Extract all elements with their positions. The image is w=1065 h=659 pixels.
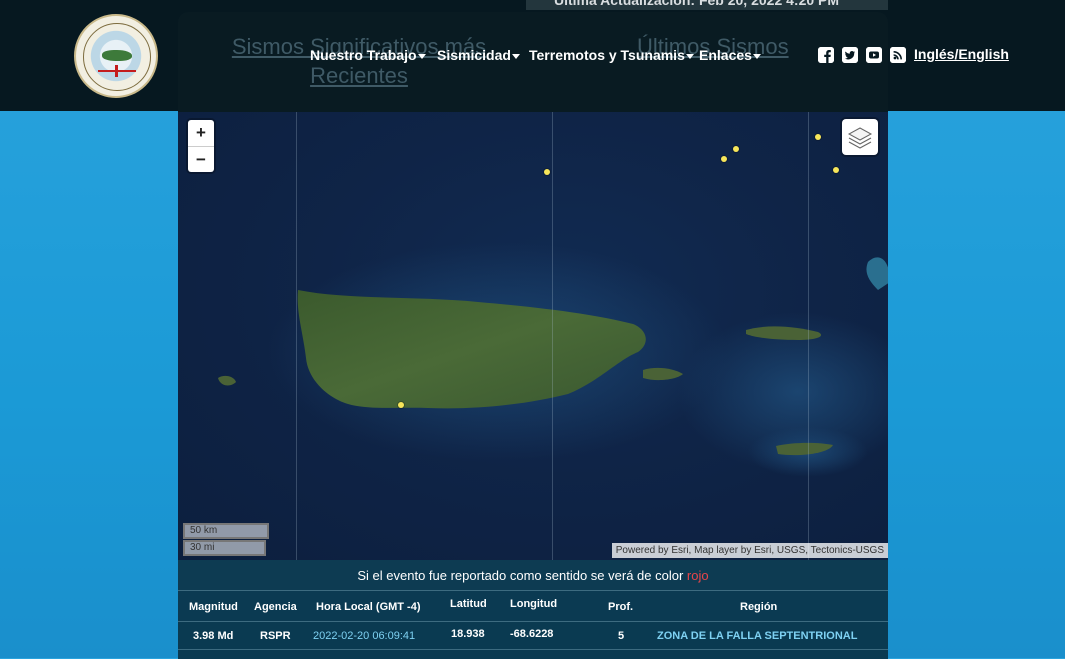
nav-label: Nuestro Trabajo — [310, 47, 417, 63]
seismogram-spike-icon — [115, 65, 118, 77]
cell-local-time-link[interactable]: 2022-02-20 06:09:41 — [313, 630, 415, 642]
layers-button[interactable] — [842, 119, 878, 155]
facebook-icon[interactable] — [818, 47, 834, 63]
column-header-magnitude[interactable]: Magnitud — [189, 601, 238, 613]
update-banner: Última Actualización: Feb 20, 2022 4:20 … — [526, 0, 888, 10]
nav-enlaces[interactable]: Enlaces — [699, 47, 761, 63]
cell-agency: RSPR — [260, 630, 291, 642]
nav-sismicidad[interactable]: Sismicidad — [437, 47, 520, 63]
map-graticule — [808, 112, 809, 560]
nav-nuestro-trabajo[interactable]: Nuestro Trabajo — [310, 47, 426, 63]
layers-icon — [847, 127, 873, 149]
cell-region-link[interactable]: ZONA DE LA FALLA SEPTENTRIONAL — [657, 630, 857, 642]
felt-note-text: Si el evento fue reportado como sentido … — [357, 568, 684, 583]
table-header: Magnitud Agencia Hora Local (GMT -4) Lat… — [178, 590, 888, 622]
map-graticule — [296, 112, 297, 560]
column-header-longitude[interactable]: Longitud — [510, 598, 557, 610]
cell-depth: 5 — [618, 630, 625, 642]
puerto-rico-icon — [102, 50, 132, 61]
zoom-in-button[interactable]: + — [188, 120, 214, 146]
anegada-reef — [866, 257, 888, 290]
mona-island-landmass — [218, 375, 236, 386]
felt-note-highlight: rojo — [686, 568, 709, 583]
column-header-local-time[interactable]: Hora Local (GMT -4) — [316, 601, 421, 613]
satellite-basemap — [218, 242, 888, 477]
nav-terremotos-tsunamis[interactable]: Terremotos y Tsunamis — [529, 47, 694, 63]
earthquake-marker[interactable] — [544, 169, 550, 175]
rss-icon[interactable] — [890, 47, 906, 63]
caret-down-icon — [752, 53, 761, 59]
map-attribution: Powered by Esri, Map layer by Esri, USGS… — [611, 543, 888, 558]
column-header-agency[interactable]: Agencia — [254, 601, 297, 613]
scale-bar-mi: 30 mi — [183, 540, 266, 556]
nav-label: Enlaces — [699, 47, 752, 63]
column-header-latitude[interactable]: Latitud — [450, 598, 487, 610]
language-toggle-link[interactable]: Inglés/English — [914, 46, 1009, 62]
cell-latitude: 18.938 — [451, 628, 485, 640]
table-row[interactable]: 3.98 Md RSPR 2022-02-20 06:09:41 18.938 … — [178, 621, 888, 650]
update-banner-text: Última Actualización: Feb 20, 2022 4:20 … — [554, 0, 840, 8]
column-header-region[interactable]: Región — [740, 601, 777, 613]
felt-event-note: Si el evento fue reportado como sentido … — [178, 560, 888, 590]
caret-down-icon — [417, 53, 426, 59]
earthquake-marker[interactable] — [398, 402, 404, 408]
youtube-icon[interactable] — [866, 47, 882, 63]
map-graticule — [552, 112, 553, 560]
column-header-depth[interactable]: Prof. — [608, 601, 633, 613]
caret-down-icon — [685, 53, 694, 59]
earthquake-marker[interactable] — [721, 156, 727, 162]
zoom-control: + − — [188, 120, 214, 172]
earthquake-marker[interactable] — [733, 146, 739, 152]
caret-down-icon — [511, 53, 520, 59]
zoom-out-button[interactable]: − — [188, 147, 214, 173]
scale-bar-km: 50 km — [183, 523, 269, 539]
twitter-icon[interactable] — [842, 47, 858, 63]
earthquake-map[interactable]: + − 50 km 30 mi Powered by Esri, Map lay… — [178, 112, 888, 560]
earthquake-marker[interactable] — [815, 134, 821, 140]
nav-label: Sismicidad — [437, 47, 511, 63]
nav-label: Terremotos y Tsunamis — [529, 47, 685, 63]
red-sismica-logo[interactable] — [74, 14, 158, 98]
cell-longitude: -68.6228 — [510, 628, 554, 640]
cell-magnitude: 3.98 Md — [193, 630, 234, 642]
earthquake-marker[interactable] — [833, 167, 839, 173]
